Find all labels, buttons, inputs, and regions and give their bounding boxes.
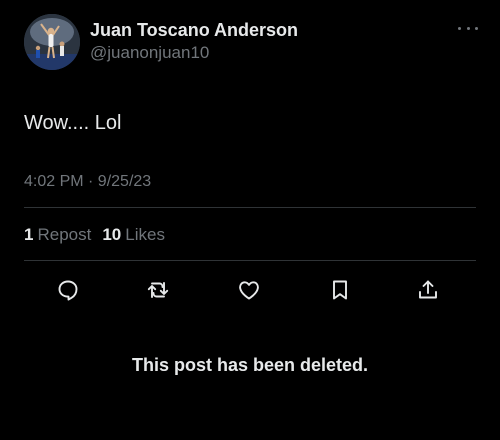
reposts-count: 1 xyxy=(24,225,34,244)
more-dot xyxy=(475,26,478,30)
action-bar xyxy=(24,276,476,304)
bookmark-button[interactable] xyxy=(326,276,354,304)
bookmark-icon xyxy=(333,280,347,300)
likes-stat[interactable]: 10 Likes xyxy=(102,225,165,245)
reposts-stat[interactable]: 1 Repost xyxy=(24,225,91,245)
author-display-name[interactable]: Juan Toscano Anderson xyxy=(90,19,298,41)
repost-icon xyxy=(147,282,169,298)
divider xyxy=(24,260,476,261)
post-text: Wow.... Lol xyxy=(24,112,122,134)
post-container: Juan Toscano Anderson @juanonjuan10 Wow.… xyxy=(0,0,500,440)
likes-count: 10 xyxy=(102,225,122,244)
more-options-icon[interactable] xyxy=(458,22,478,34)
share-icon xyxy=(419,280,437,299)
more-dot xyxy=(458,26,461,30)
reposts-label: Repost xyxy=(37,225,92,244)
reply-button[interactable] xyxy=(54,276,82,304)
avatar-image xyxy=(24,14,80,70)
author-names: Juan Toscano Anderson @juanonjuan10 xyxy=(90,19,298,64)
share-button[interactable] xyxy=(414,276,442,304)
divider xyxy=(24,207,476,208)
reply-icon xyxy=(58,280,78,301)
repost-button[interactable] xyxy=(144,276,172,304)
likes-label: Likes xyxy=(125,225,165,244)
like-icon xyxy=(239,281,259,300)
post-timestamp[interactable]: 4:02 PM · 9/25/23 xyxy=(24,172,151,192)
post-header: Juan Toscano Anderson @juanonjuan10 xyxy=(24,14,298,70)
deleted-notice: This post has been deleted. xyxy=(131,355,369,375)
author-handle[interactable]: @juanonjuan10 xyxy=(90,42,298,64)
more-dot xyxy=(466,26,470,30)
like-button[interactable] xyxy=(235,276,263,304)
engagement-stats: 1 Repost 10 Likes xyxy=(24,225,176,245)
avatar[interactable] xyxy=(24,14,80,70)
